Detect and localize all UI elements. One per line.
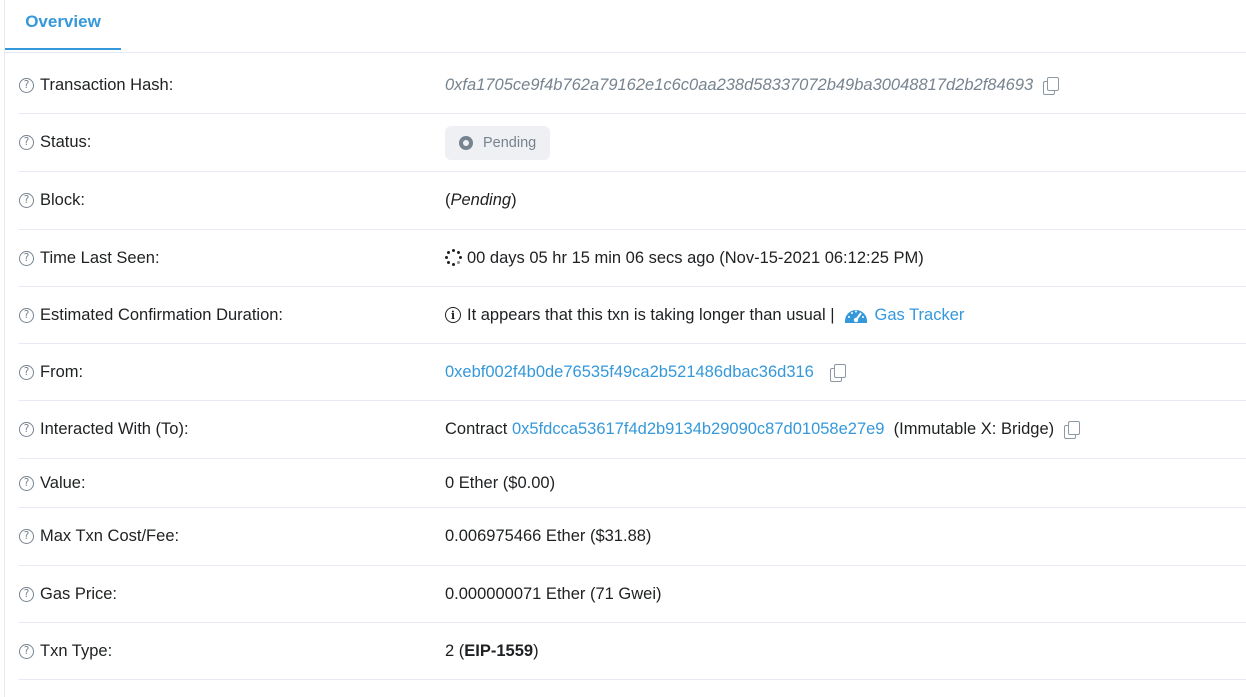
copy-icon[interactable] (1043, 76, 1060, 95)
txn-type-close: ) (533, 641, 539, 660)
gauge-icon (843, 305, 869, 325)
block-value: Pending (450, 191, 512, 209)
time-last-seen-value: 00 days 05 hr 15 min 06 secs ago (Nov-15… (467, 248, 924, 267)
label-from: From: (40, 362, 84, 381)
row-transaction-hash: ? Transaction Hash: 0xfa1705ce9f4b762a791… (19, 57, 1246, 114)
from-address-link[interactable]: 0xebf002f4b0de76535f49ca2b521486dbac36d3… (445, 363, 814, 382)
tab-bar: Overview (5, 0, 1246, 53)
row-from: ? From: 0xebf002f4b0de76535f49ca2b521486d… (19, 344, 1246, 401)
row-interacted-with: ? Interacted With (To): Contract 0x5fdcca… (19, 401, 1246, 459)
row-txn-type: ? Txn Type: 2 (EIP-1559) (19, 623, 1246, 680)
label-transaction-hash: Transaction Hash: (40, 75, 174, 94)
help-icon[interactable]: ? (19, 135, 34, 150)
label-value: Value: (40, 473, 86, 492)
row-max-txn-fee: ? Max Txn Cost/Fee: 0.006975466 Ether ($3… (19, 508, 1246, 566)
label-max-txn-fee: Max Txn Cost/Fee: (40, 527, 180, 545)
help-icon[interactable]: ? (19, 643, 34, 659)
transaction-card: Overview ? Transaction Hash: 0xfa1705ce9f… (4, 0, 1246, 697)
status-badge: Pending (445, 125, 551, 160)
label-txn-type: Txn Type: (40, 641, 113, 660)
txn-type-number: 2 ( (445, 641, 465, 660)
label-gas-price: Gas Price: (40, 584, 118, 603)
label-interacted-with: Interacted With (To): (40, 420, 189, 438)
row-block: ? Block: (Pending) (19, 172, 1246, 230)
gas-tracker-link[interactable]: Gas Tracker (875, 306, 965, 325)
help-icon[interactable]: ? (19, 307, 34, 323)
help-icon[interactable]: ? (19, 529, 34, 544)
row-value: ? Value: 0 Ether ($0.00) (19, 459, 1246, 508)
value-amount: 0 Ether ($0.00) (445, 473, 556, 492)
txn-type-name: EIP-1559 (464, 641, 534, 660)
label-time-last-seen: Time Last Seen: (40, 248, 160, 267)
block-close-paren: ) (511, 191, 517, 209)
label-estimated-confirmation: Estimated Confirmation Duration: (40, 305, 284, 324)
contract-prefix: Contract (445, 420, 508, 438)
help-icon[interactable]: ? (19, 193, 34, 208)
status-value: Pending (483, 134, 537, 151)
help-icon[interactable]: ? (19, 475, 34, 491)
label-status: Status: (40, 133, 92, 151)
help-icon[interactable]: ? (19, 364, 34, 380)
row-status: ? Status: Pending (19, 114, 1246, 172)
label-block: Block: (40, 191, 85, 209)
row-gas-price: ? Gas Price: 0.000000071 Ether (71 Gwei) (19, 566, 1246, 623)
help-icon[interactable]: ? (19, 250, 34, 266)
row-time-last-seen: ? Time Last Seen: 00 days 05 hr 15 min 06… (19, 230, 1246, 287)
contract-address-link[interactable]: 0x5fdcca53617f4d2b9134b29090c87d01058e27… (512, 420, 885, 439)
max-txn-fee-value: 0.006975466 Ether ($31.88) (445, 527, 652, 545)
contract-name: (Immutable X: Bridge) (893, 420, 1055, 438)
row-estimated-confirmation: ? Estimated Confirmation Duration: i It a… (19, 287, 1246, 344)
help-icon[interactable]: ? (19, 586, 34, 602)
help-icon[interactable]: ? (19, 77, 34, 93)
info-icon: i (445, 307, 461, 323)
help-icon[interactable]: ? (19, 422, 34, 437)
copy-icon[interactable] (829, 363, 846, 382)
confirmation-message: It appears that this txn is taking longe… (467, 305, 835, 324)
tab-overview[interactable]: Overview (5, 0, 121, 50)
copy-icon[interactable] (1064, 421, 1081, 439)
details-list: ? Transaction Hash: 0xfa1705ce9f4b762a791… (19, 57, 1246, 680)
spinner-icon (445, 249, 463, 267)
pending-icon (459, 135, 473, 150)
gas-price-value: 0.000000071 Ether (71 Gwei) (445, 584, 662, 603)
transaction-hash-value: 0xfa1705ce9f4b762a79162e1c6c0aa238d58337… (445, 75, 1034, 94)
